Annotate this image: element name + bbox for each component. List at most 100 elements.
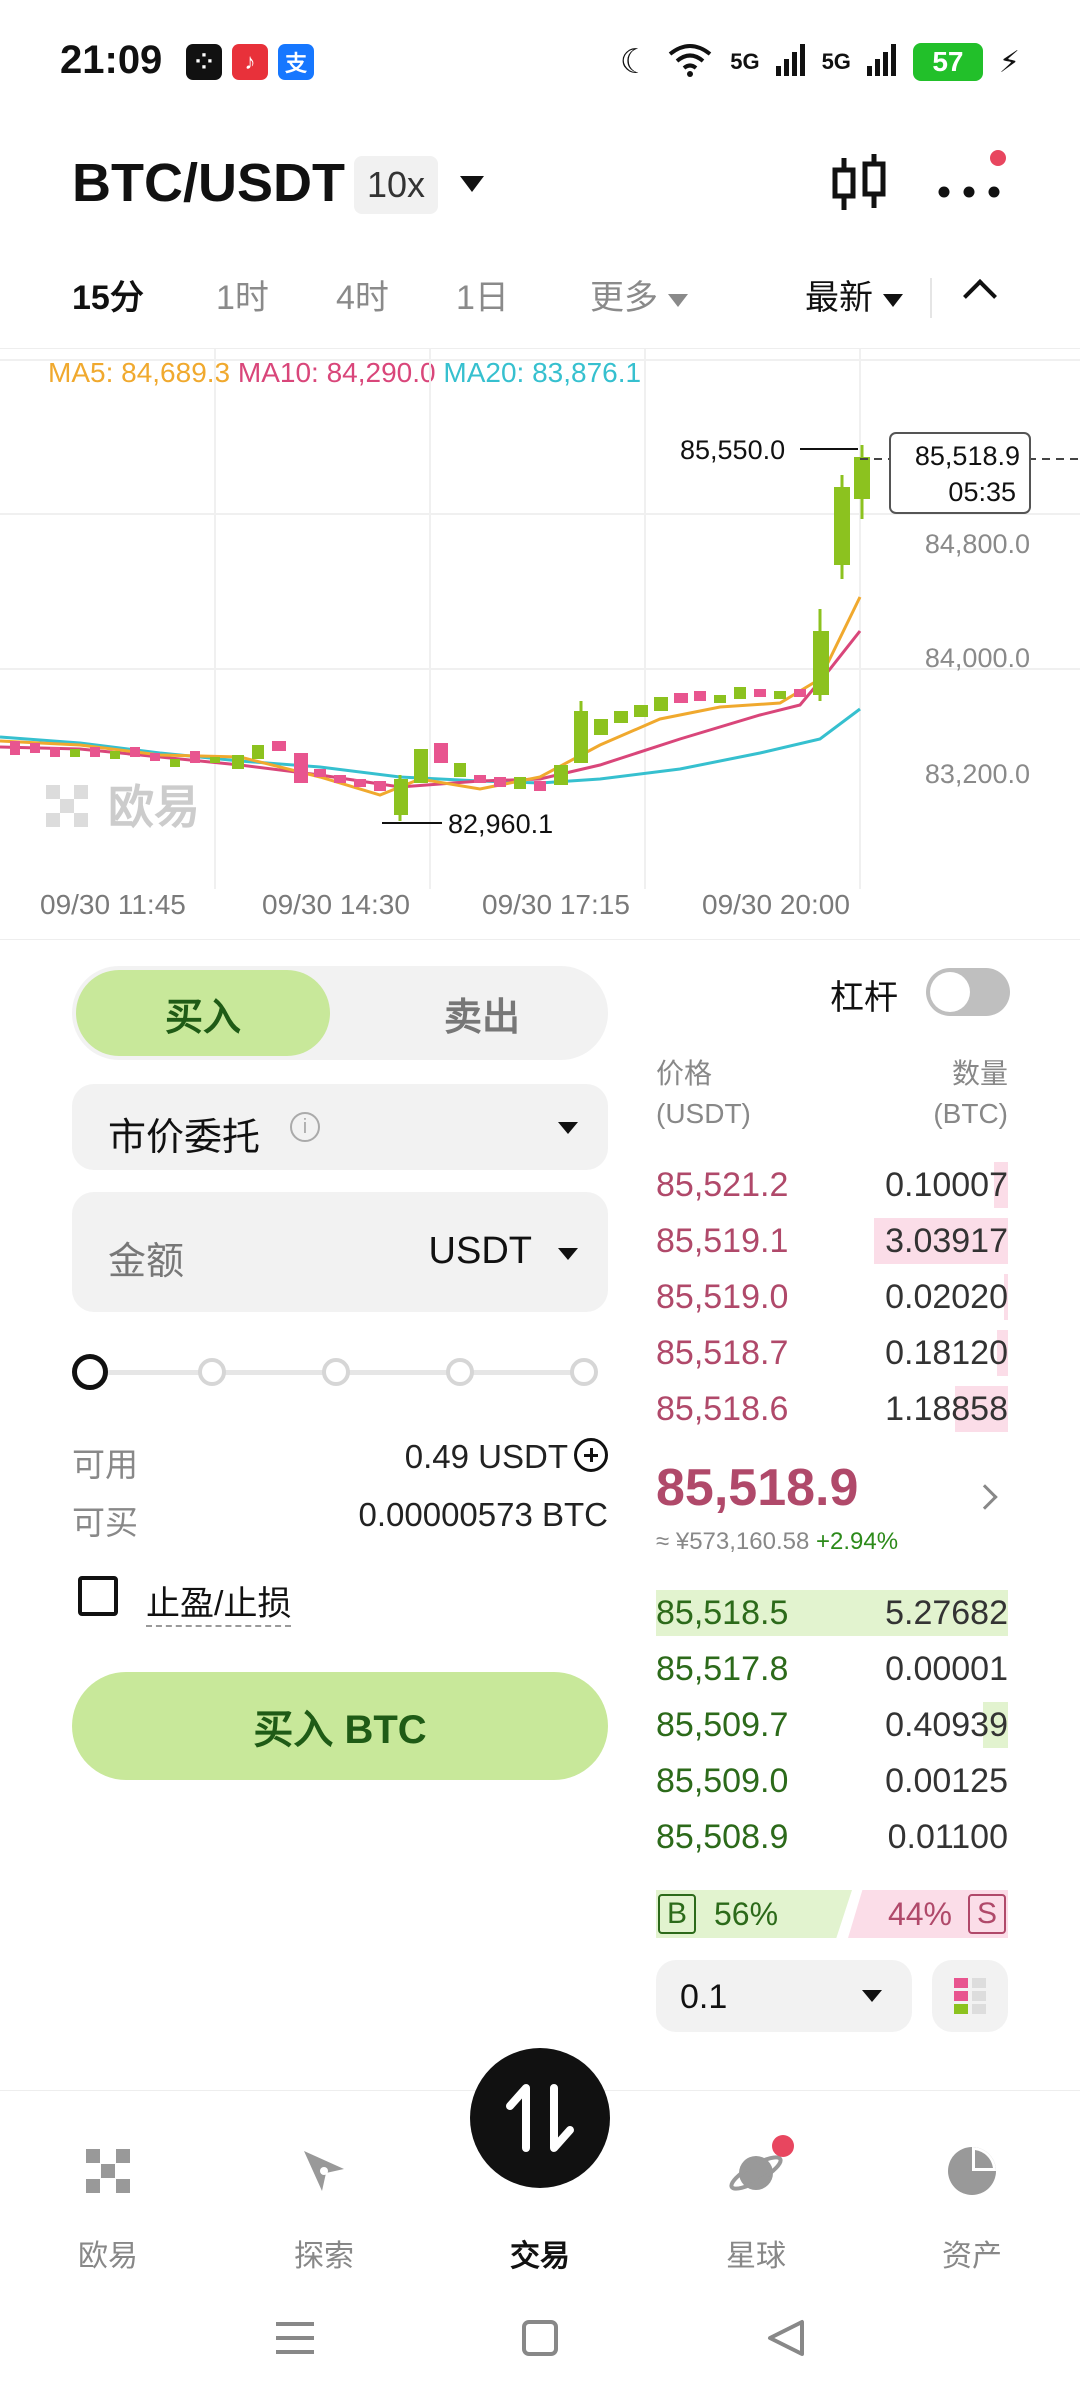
interval-tabs: 15分 1时 4时 1日 更多 最新	[0, 270, 1080, 330]
back-icon[interactable]	[764, 2318, 806, 2358]
chevron-down-icon	[862, 1990, 882, 2002]
price-change: +2.94%	[815, 1528, 899, 1555]
sell-tab[interactable]: 卖出	[372, 970, 592, 1056]
candles	[10, 445, 870, 821]
amount-slider[interactable]	[72, 1352, 608, 1392]
sell-percentage: 44%	[887, 1896, 952, 1932]
sell-badge: S	[968, 1894, 1006, 1934]
price-type-label: 最新	[805, 279, 873, 317]
buy-btc-button[interactable]: 买入 BTC	[72, 1672, 608, 1780]
amount-input[interactable]: 金额 USDT	[72, 1192, 608, 1312]
menu-icon[interactable]	[274, 2318, 316, 2358]
nav-label: 探索	[294, 2240, 354, 2273]
ask-row[interactable]: 85,519.1 3.03917	[656, 1216, 1008, 1266]
tp-sl-label[interactable]: 止盈/止损	[146, 1576, 292, 1627]
ask-qty: 0.18120	[885, 1334, 1008, 1372]
price-column-header: 价格 (USDT)	[656, 1054, 751, 1134]
tab-1d[interactable]: 1日	[456, 270, 509, 319]
tab-15m[interactable]: 15分	[72, 270, 144, 319]
kline-chart[interactable]: MA5: 84,689.3 MA10: 84,290.0 MA20: 83,87…	[0, 348, 1080, 940]
slider-stop[interactable]	[446, 1358, 474, 1386]
trade-swap-button[interactable]	[470, 2048, 610, 2188]
add-funds-icon[interactable]	[574, 1438, 608, 1472]
info-icon[interactable]: i	[290, 1112, 320, 1142]
bid-price: 85,509.0	[656, 1762, 789, 1800]
bid-row[interactable]: 85,517.8 0.00001	[656, 1644, 1008, 1694]
bid-price: 85,517.8	[656, 1650, 789, 1688]
candlestick-chart-icon[interactable]	[830, 152, 890, 216]
bid-price: 85,518.5	[656, 1594, 789, 1632]
bid-price: 85,508.9	[656, 1818, 789, 1856]
signal-bars-icon	[866, 43, 897, 81]
tab-1h[interactable]: 1时	[216, 270, 269, 319]
can-buy-value: 0.00000573 BTC	[358, 1496, 608, 1533]
y-tick: 83,200.0	[925, 759, 1030, 789]
slider-handle[interactable]	[72, 1354, 108, 1390]
chevron-down-icon[interactable]	[558, 1248, 578, 1260]
x-tick: 09/30 17:15	[482, 889, 630, 920]
nav-label: 资产	[942, 2240, 1002, 2273]
tp-sl-checkbox[interactable]	[78, 1576, 118, 1616]
tab-more[interactable]: 更多	[590, 270, 688, 319]
buy-tab[interactable]: 买入	[76, 970, 330, 1056]
slider-stop[interactable]	[322, 1358, 350, 1386]
low-price-label: 82,960.1	[448, 809, 553, 839]
bid-qty: 0.00001	[885, 1650, 1008, 1688]
okx-watermark-icon	[46, 785, 88, 827]
leverage-badge[interactable]: 10x	[354, 156, 438, 214]
bid-qty: 0.01100	[887, 1818, 1008, 1856]
ask-price: 85,521.2	[656, 1166, 789, 1204]
chart-canvas: 欧易 85,550.0 82,960.1 85,518.9 05:35 84,8…	[0, 349, 1080, 889]
ask-row[interactable]: 85,521.2 0.10007	[656, 1160, 1008, 1210]
signal-icon: 5G	[730, 49, 760, 74]
ask-qty: 0.02020	[885, 1278, 1008, 1316]
watermark-text: 欧易	[108, 780, 200, 834]
leverage-toggle[interactable]	[926, 968, 1010, 1016]
high-price-label: 85,550.0	[680, 435, 785, 465]
pair-header: BTC/USDT 10x	[0, 140, 1080, 230]
bid-row[interactable]: 85,518.5 5.27682	[656, 1588, 1008, 1638]
pair-title[interactable]: BTC/USDT	[72, 152, 345, 214]
slider-stop[interactable]	[570, 1358, 598, 1386]
order-type-label: 市价委托	[108, 1117, 261, 1159]
order-type-select[interactable]: 市价委托 i	[72, 1084, 608, 1170]
pair-dropdown-icon[interactable]	[460, 176, 484, 192]
charging-icon: ⚡	[998, 45, 1020, 79]
chevron-right-icon[interactable]	[972, 1484, 998, 1510]
last-price-detail: ≈ ¥573,160.58 +2.94%	[656, 1528, 898, 1556]
bid-qty: 0.40939	[885, 1706, 1008, 1744]
ask-row[interactable]: 85,518.7 0.18120	[656, 1328, 1008, 1378]
slider-stop[interactable]	[198, 1358, 226, 1386]
toggle-knob	[930, 972, 970, 1012]
price-header-label: 价格	[656, 1058, 713, 1089]
depth-step-value: 0.1	[680, 1978, 728, 2016]
available-value-group: 0.49 USDT	[405, 1438, 608, 1476]
tab-4h[interactable]: 4时	[336, 270, 389, 319]
bid-row[interactable]: 85,509.7 0.40939	[656, 1700, 1008, 1750]
x-tick: 09/30 11:45	[40, 889, 186, 920]
amount-currency-select[interactable]: USDT	[429, 1230, 532, 1273]
ask-price: 85,518.6	[656, 1390, 789, 1428]
collapse-chart-icon[interactable]	[963, 279, 997, 313]
status-icons: ☾ 5G 5G 57 ⚡	[620, 40, 1020, 84]
depth-step-select[interactable]: 0.1	[656, 1960, 912, 2032]
bid-price: 85,509.7	[656, 1706, 789, 1744]
price-type-select[interactable]: 最新	[805, 270, 903, 319]
buy-badge: B	[658, 1894, 696, 1934]
qty-column-header: 数量 (BTC)	[920, 1054, 1008, 1134]
home-icon[interactable]	[520, 2318, 560, 2358]
y-tick: 84,800.0	[925, 529, 1030, 559]
available-row: 可用 0.49 USDT	[72, 1438, 608, 1483]
notification-dot	[990, 150, 1006, 166]
system-nav-bar	[0, 2290, 1080, 2400]
last-price-cny: ≈ ¥573,160.58	[656, 1528, 810, 1555]
x-tick: 09/30 20:00	[702, 889, 850, 920]
chevron-down-icon	[668, 293, 688, 307]
bid-row[interactable]: 85,509.0 0.00125	[656, 1756, 1008, 1806]
ask-row[interactable]: 85,518.6 1.18858	[656, 1384, 1008, 1434]
qty-header-label: 数量	[951, 1058, 1008, 1089]
orderbook-layout-button[interactable]	[932, 1960, 1008, 2032]
ask-row[interactable]: 85,519.0 0.02020	[656, 1272, 1008, 1322]
bid-row[interactable]: 85,508.9 0.01100	[656, 1812, 1008, 1862]
last-price[interactable]: 85,518.9	[656, 1458, 858, 1518]
